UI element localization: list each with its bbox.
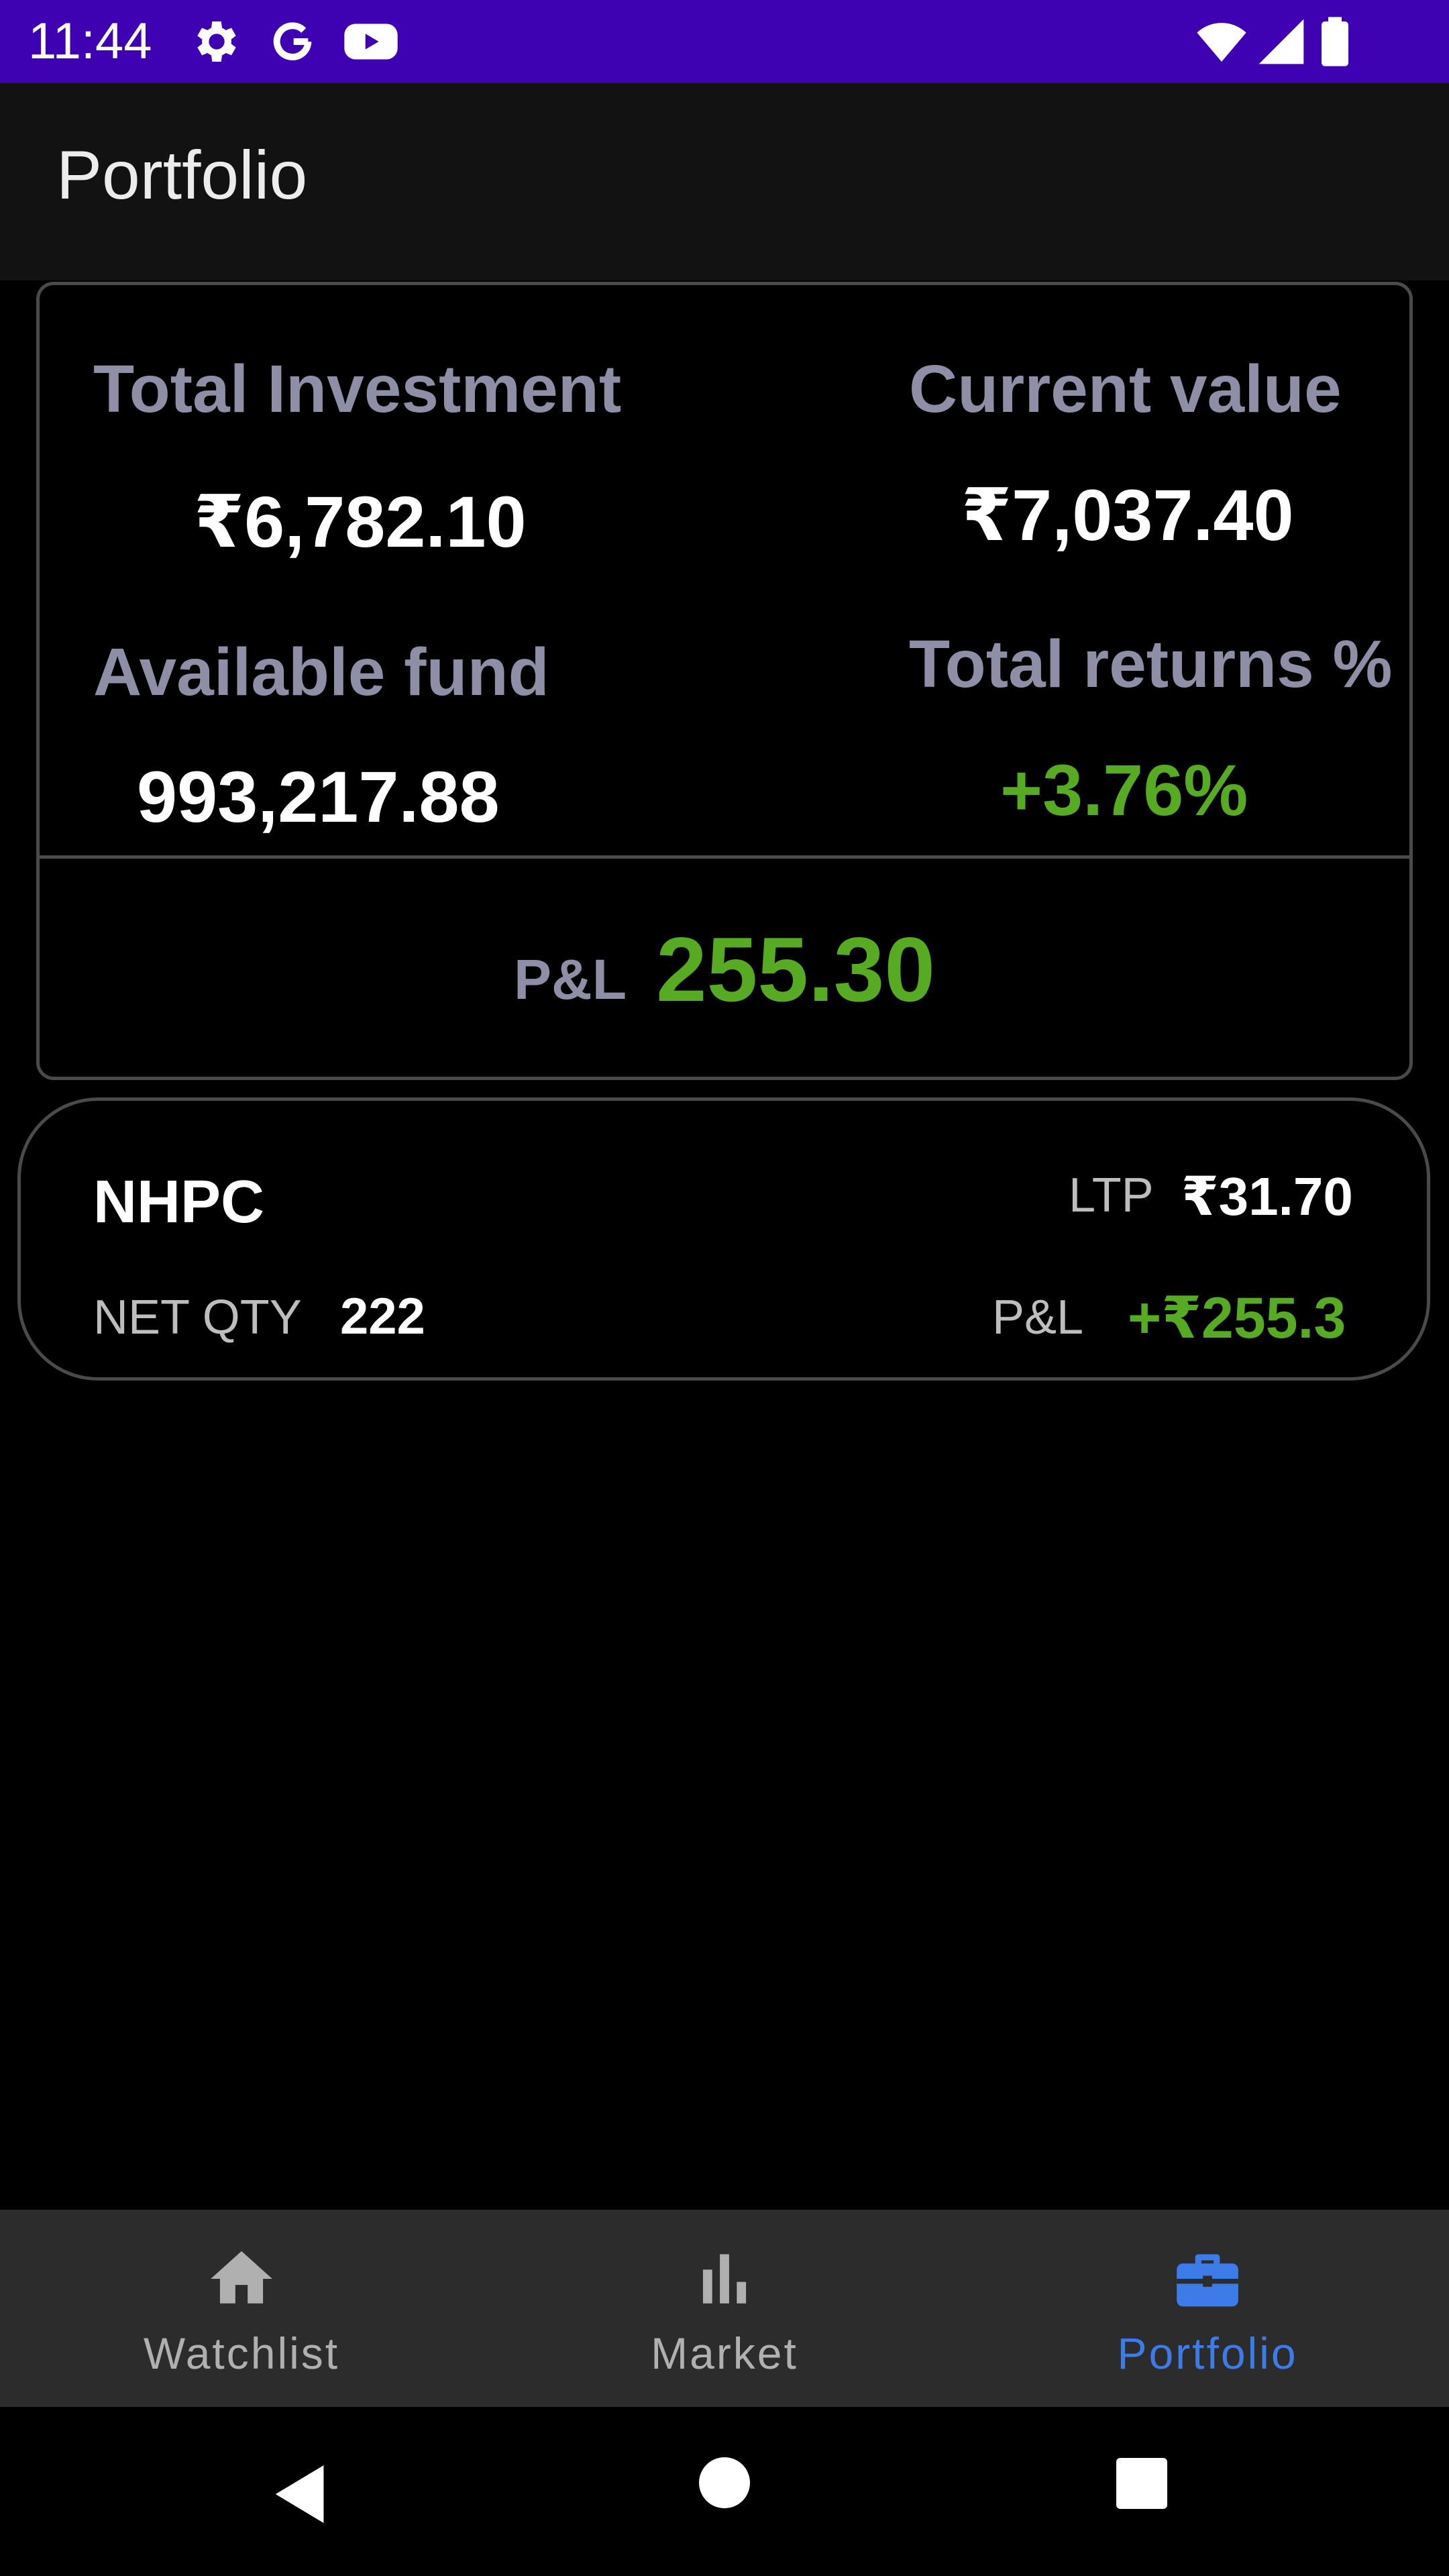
home-icon: [205, 2242, 278, 2316]
ltp-value: ₹31.70: [1181, 1167, 1353, 1226]
available-fund-value: 993,217.88: [137, 756, 500, 837]
portfolio-summary-card: Total Investment ₹6,782.10 Current value…: [36, 282, 1413, 1080]
briefcase-icon: [1171, 2242, 1244, 2316]
back-icon[interactable]: [272, 2462, 330, 2530]
available-fund-label: Available fund: [93, 635, 549, 710]
nav-item-portfolio[interactable]: Portfolio: [966, 2210, 1449, 2407]
net-qty-label: NET QTY: [93, 1291, 302, 1344]
system-navigation-bar: [0, 2407, 1449, 2576]
recents-icon[interactable]: [1115, 2457, 1169, 2514]
holding-pl-value: +₹255.3: [1128, 1286, 1346, 1350]
total-investment-value: ₹6,782.10: [194, 481, 527, 562]
total-returns-value: +3.76%: [1000, 749, 1248, 830]
page-title: Portfolio: [56, 137, 308, 213]
pl-row: P&L 255.30: [40, 859, 1409, 1080]
signal-icon: [1254, 15, 1308, 68]
current-value-label: Current value: [909, 352, 1342, 427]
total-returns-label: Total returns %: [909, 627, 1393, 702]
holding-symbol: NHPC: [93, 1169, 265, 1236]
nav-label-portfolio: Portfolio: [1117, 2328, 1298, 2378]
gear-icon: [188, 15, 241, 68]
home-circle-icon[interactable]: [698, 2456, 751, 2513]
holding-pl-label: P&L: [992, 1291, 1084, 1344]
pl-value: 255.30: [656, 918, 935, 1020]
total-investment-label: Total Investment: [93, 352, 622, 427]
wifi-icon: [1191, 15, 1252, 68]
bottom-navigation: Watchlist Market Portfolio: [0, 2210, 1449, 2407]
nav-item-market[interactable]: Market: [483, 2210, 966, 2407]
google-icon: [266, 15, 319, 68]
nav-item-watchlist[interactable]: Watchlist: [0, 2210, 483, 2407]
status-time: 11:44: [28, 13, 152, 70]
ltp-label: LTP: [1069, 1169, 1154, 1222]
app-bar: Portfolio: [0, 83, 1449, 280]
battery-icon: [1315, 15, 1355, 68]
youtube-icon: [342, 15, 400, 68]
nav-label-market: Market: [651, 2328, 798, 2378]
bar-chart-icon: [688, 2242, 761, 2316]
holding-card[interactable]: NHPC LTP ₹31.70 NET QTY 222 P&L +₹255.3: [17, 1097, 1430, 1381]
status-bar: 11:44: [0, 0, 1449, 83]
pl-label: P&L: [514, 947, 627, 1011]
net-qty-value: 222: [340, 1288, 425, 1345]
nav-label-watchlist: Watchlist: [143, 2328, 340, 2378]
current-value-value: ₹7,037.40: [961, 474, 1294, 555]
